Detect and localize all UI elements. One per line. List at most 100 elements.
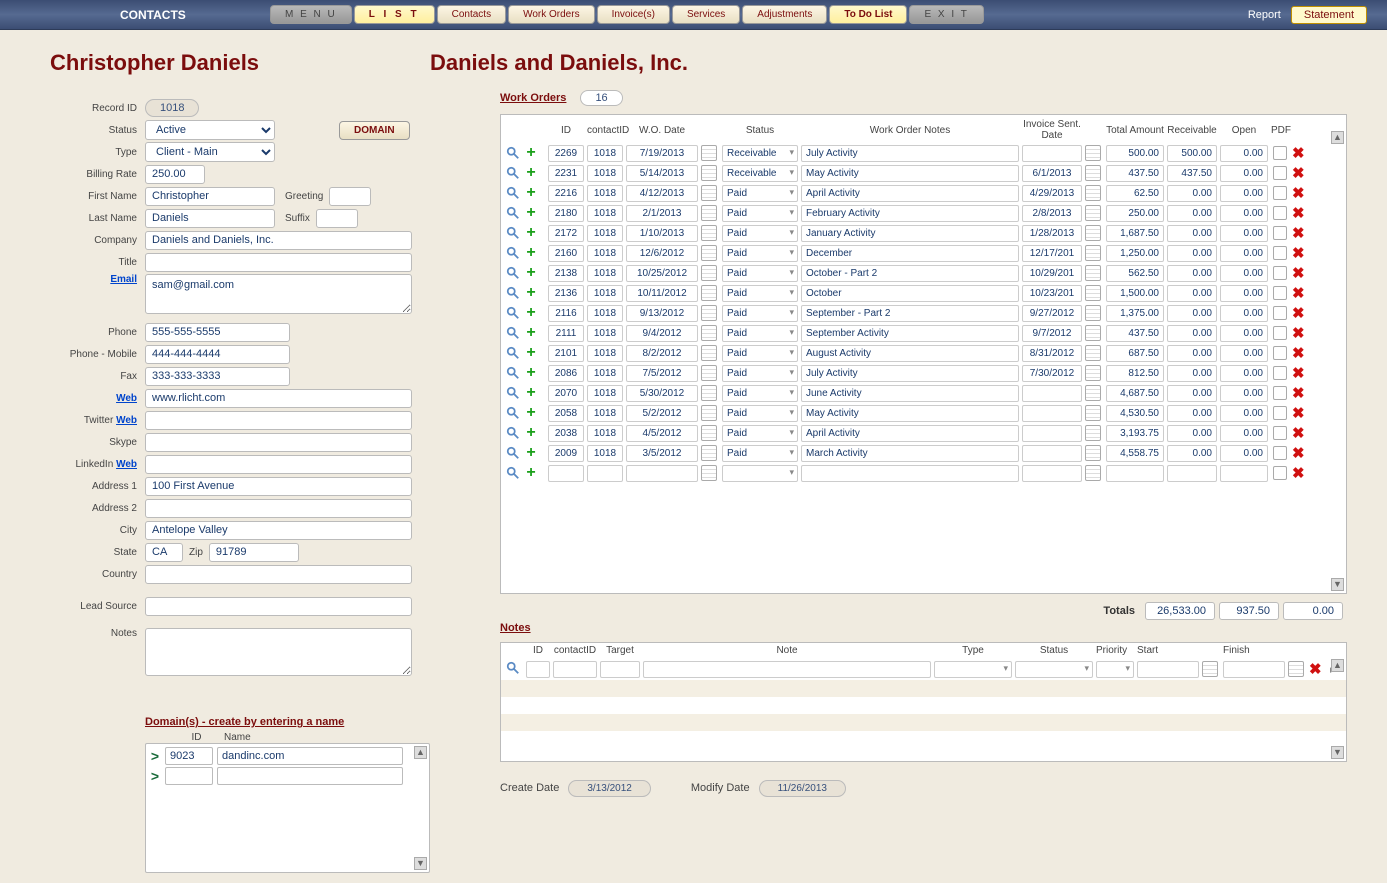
- delete-icon[interactable]: ✖: [1292, 465, 1305, 482]
- wo-status-select[interactable]: Paid: [722, 185, 798, 202]
- lead-source-input[interactable]: [145, 597, 412, 616]
- plus-icon[interactable]: +: [523, 325, 539, 341]
- pdf-checkbox[interactable]: [1273, 426, 1287, 440]
- plus-icon[interactable]: +: [523, 245, 539, 261]
- calendar-icon[interactable]: [701, 165, 717, 181]
- nav-todo[interactable]: To Do List: [829, 5, 907, 24]
- delete-icon[interactable]: ✖: [1292, 305, 1305, 322]
- wo-status-select[interactable]: Paid: [722, 345, 798, 362]
- pdf-checkbox[interactable]: [1273, 166, 1287, 180]
- wo-open-cell[interactable]: 0.00: [1220, 245, 1268, 262]
- wo-open-cell[interactable]: 0.00: [1220, 445, 1268, 462]
- list-button[interactable]: L I S T: [354, 5, 435, 24]
- wo-invoice-date-cell[interactable]: [1022, 385, 1082, 402]
- wo-status-select[interactable]: Paid: [722, 265, 798, 282]
- wo-notes-cell[interactable]: October - Part 2: [801, 265, 1019, 282]
- address2-input[interactable]: [145, 499, 412, 518]
- wo-notes-cell[interactable]: April Activity: [801, 185, 1019, 202]
- wo-notes-cell[interactable]: August Activity: [801, 345, 1019, 362]
- delete-icon[interactable]: ✖: [1292, 185, 1305, 202]
- wo-receivable-cell[interactable]: 0.00: [1167, 445, 1217, 462]
- delete-icon[interactable]: ✖: [1292, 165, 1305, 182]
- wo-open-cell[interactable]: 0.00: [1220, 425, 1268, 442]
- wo-id-cell[interactable]: 2070: [548, 385, 584, 402]
- delete-icon[interactable]: ✖: [1292, 365, 1305, 382]
- plus-icon[interactable]: +: [523, 285, 539, 301]
- calendar-icon[interactable]: [701, 145, 717, 161]
- wo-status-select[interactable]: Paid: [722, 245, 798, 262]
- calendar-icon[interactable]: [701, 225, 717, 241]
- wo-receivable-cell[interactable]: [1167, 465, 1217, 482]
- wo-cid-cell[interactable]: 1018: [587, 365, 623, 382]
- email-link[interactable]: Email: [110, 274, 137, 285]
- wo-date-cell[interactable]: 5/2/2012: [626, 405, 698, 422]
- calendar-icon[interactable]: [701, 405, 717, 421]
- nav-invoices[interactable]: Invoice(s): [597, 5, 670, 24]
- wo-id-cell[interactable]: 2160: [548, 245, 584, 262]
- wo-status-select[interactable]: Paid: [722, 225, 798, 242]
- wo-id-cell[interactable]: 2180: [548, 205, 584, 222]
- calendar-icon[interactable]: [1085, 365, 1101, 381]
- wo-receivable-cell[interactable]: 437.50: [1167, 165, 1217, 182]
- delete-icon[interactable]: ✖: [1292, 425, 1305, 442]
- pdf-checkbox[interactable]: [1273, 306, 1287, 320]
- plus-icon[interactable]: +: [523, 385, 539, 401]
- wo-notes-cell[interactable]: October: [801, 285, 1019, 302]
- magnifier-icon[interactable]: [505, 465, 521, 481]
- wo-id-cell[interactable]: 2009: [548, 445, 584, 462]
- wo-notes-cell[interactable]: July Activity: [801, 145, 1019, 162]
- calendar-icon[interactable]: [1085, 465, 1101, 481]
- wo-cid-cell[interactable]: 1018: [587, 285, 623, 302]
- wo-invoice-date-cell[interactable]: [1022, 145, 1082, 162]
- wo-amount-cell[interactable]: 437.50: [1106, 325, 1164, 342]
- plus-icon[interactable]: +: [523, 465, 539, 481]
- calendar-icon[interactable]: [701, 285, 717, 301]
- exit-button[interactable]: E X I T: [909, 5, 983, 24]
- wo-notes-cell[interactable]: May Activity: [801, 405, 1019, 422]
- country-input[interactable]: [145, 565, 412, 584]
- wo-id-cell[interactable]: 2172: [548, 225, 584, 242]
- pdf-checkbox[interactable]: [1273, 186, 1287, 200]
- menu-button[interactable]: M E N U: [270, 5, 352, 24]
- linkedin-web-link[interactable]: Web: [116, 459, 137, 470]
- status-select[interactable]: Active: [145, 120, 275, 140]
- note-type-select[interactable]: [934, 661, 1012, 678]
- wo-amount-cell[interactable]: 4,530.50: [1106, 405, 1164, 422]
- plus-icon[interactable]: +: [523, 345, 539, 361]
- wo-status-select[interactable]: Receivable: [722, 145, 798, 162]
- wo-amount-cell[interactable]: 500.00: [1106, 145, 1164, 162]
- wo-receivable-cell[interactable]: 0.00: [1167, 305, 1217, 322]
- plus-icon[interactable]: +: [523, 145, 539, 161]
- wo-cid-cell[interactable]: 1018: [587, 445, 623, 462]
- delete-icon[interactable]: ✖: [1292, 325, 1305, 342]
- calendar-icon[interactable]: [1085, 225, 1101, 241]
- wo-id-cell[interactable]: 2136: [548, 285, 584, 302]
- pdf-checkbox[interactable]: [1273, 266, 1287, 280]
- wo-status-select[interactable]: Paid: [722, 405, 798, 422]
- wo-receivable-cell[interactable]: 0.00: [1167, 345, 1217, 362]
- wo-amount-cell[interactable]: 812.50: [1106, 365, 1164, 382]
- wo-open-cell[interactable]: 0.00: [1220, 405, 1268, 422]
- wo-id-cell[interactable]: 2216: [548, 185, 584, 202]
- wo-open-cell[interactable]: 0.00: [1220, 345, 1268, 362]
- magnifier-icon[interactable]: [505, 225, 521, 241]
- zip-input[interactable]: [209, 543, 299, 562]
- wo-status-select[interactable]: Paid: [722, 325, 798, 342]
- magnifier-icon[interactable]: [505, 185, 521, 201]
- delete-icon[interactable]: ✖: [1309, 661, 1322, 678]
- wo-cid-cell[interactable]: 1018: [587, 265, 623, 282]
- wo-invoice-date-cell[interactable]: 7/30/2012: [1022, 365, 1082, 382]
- wo-cid-cell[interactable]: 1018: [587, 245, 623, 262]
- fax-input[interactable]: [145, 367, 290, 386]
- wo-open-cell[interactable]: 0.00: [1220, 265, 1268, 282]
- wo-receivable-cell[interactable]: 500.00: [1167, 145, 1217, 162]
- calendar-icon[interactable]: [701, 245, 717, 261]
- scroll-down-icon[interactable]: ▼: [414, 857, 427, 870]
- magnifier-icon[interactable]: [505, 265, 521, 281]
- wo-cid-cell[interactable]: [587, 465, 623, 482]
- note-target-input[interactable]: [600, 661, 640, 678]
- calendar-icon[interactable]: [701, 385, 717, 401]
- wo-date-cell[interactable]: 10/25/2012: [626, 265, 698, 282]
- delete-icon[interactable]: ✖: [1292, 405, 1305, 422]
- wo-invoice-date-cell[interactable]: 12/17/201: [1022, 245, 1082, 262]
